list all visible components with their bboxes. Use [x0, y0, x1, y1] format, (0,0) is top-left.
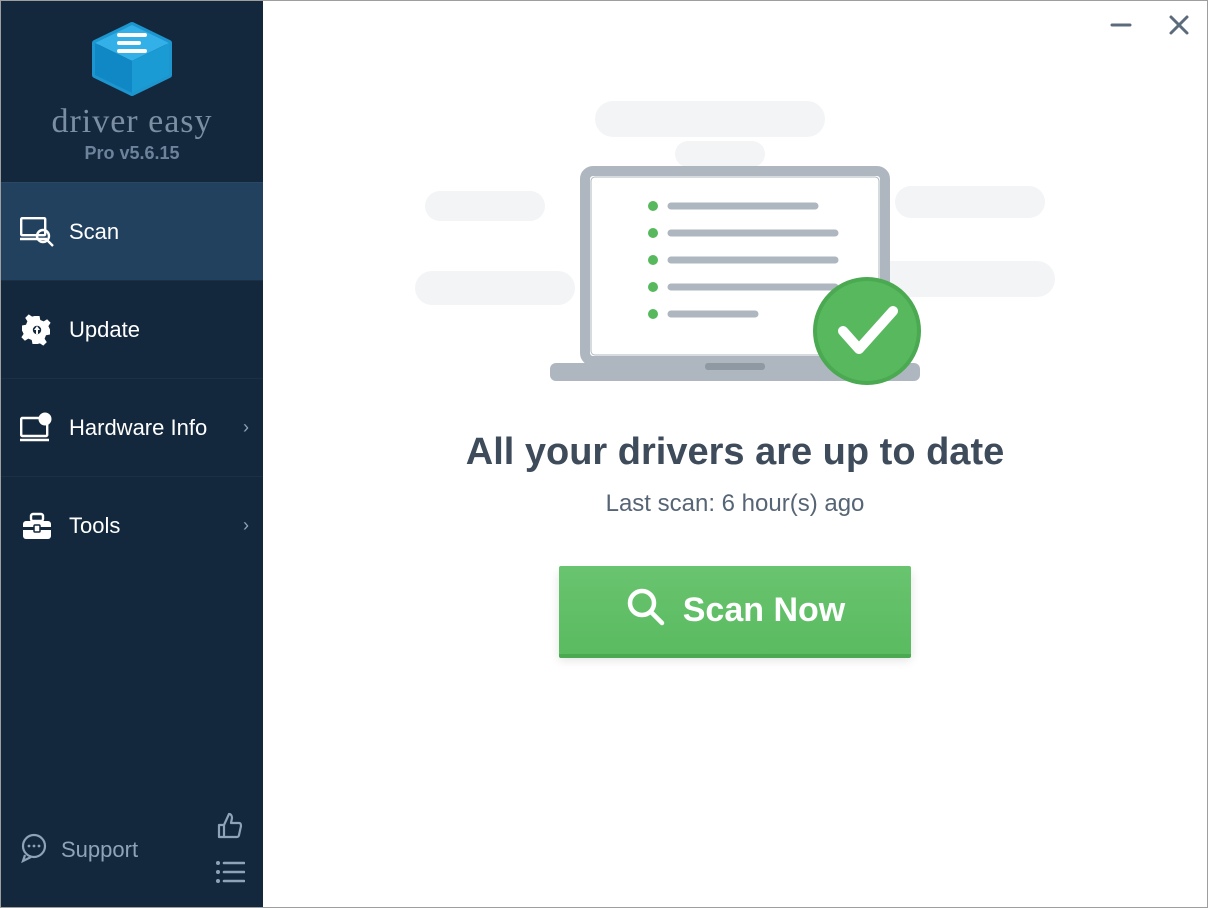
logo-icon [1, 21, 263, 97]
bottom-icons [215, 811, 245, 889]
support-label: Support [61, 837, 138, 863]
sidebar-item-update[interactable]: Update [1, 280, 263, 378]
scan-icon [19, 214, 55, 250]
sidebar-item-scan[interactable]: Scan [1, 182, 263, 280]
toolbox-icon [19, 508, 55, 544]
hardware-info-icon [19, 410, 55, 446]
nav: Scan Update [1, 182, 263, 574]
chevron-right-icon: › [243, 515, 249, 536]
sidebar-item-label: Scan [69, 219, 119, 245]
window-controls [1107, 11, 1193, 39]
support-button[interactable]: Support [19, 833, 138, 868]
thumbs-up-icon[interactable] [215, 811, 245, 846]
sidebar: driver easy Pro v5.6.15 Scan [1, 1, 263, 907]
scan-now-label: Scan Now [683, 591, 845, 630]
main-content: All your drivers are up to date Last sca… [263, 1, 1207, 907]
minimize-button[interactable] [1107, 11, 1135, 39]
app-window: driver easy Pro v5.6.15 Scan [0, 0, 1208, 908]
chat-icon [19, 833, 49, 868]
sidebar-item-label: Update [69, 317, 140, 343]
sidebar-item-tools[interactable]: Tools › [1, 476, 263, 574]
sidebar-bottom: Support [1, 799, 263, 907]
sidebar-item-label: Hardware Info [69, 415, 207, 441]
sidebar-item-label: Tools [69, 513, 120, 539]
brand-version: Pro v5.6.15 [1, 143, 263, 164]
search-icon [625, 586, 665, 635]
status-illustration [415, 91, 1055, 411]
status-headline: All your drivers are up to date [466, 431, 1004, 474]
chevron-right-icon: › [243, 417, 249, 438]
last-scan-label: Last scan: 6 hour(s) ago [606, 490, 865, 518]
close-button[interactable] [1165, 11, 1193, 39]
menu-list-icon[interactable] [215, 860, 245, 889]
scan-now-button[interactable]: Scan Now [559, 566, 911, 654]
brand-name: driver easy [1, 103, 263, 141]
sidebar-item-hardware-info[interactable]: Hardware Info › [1, 378, 263, 476]
logo-area: driver easy Pro v5.6.15 [1, 1, 263, 182]
gear-icon [19, 312, 55, 348]
